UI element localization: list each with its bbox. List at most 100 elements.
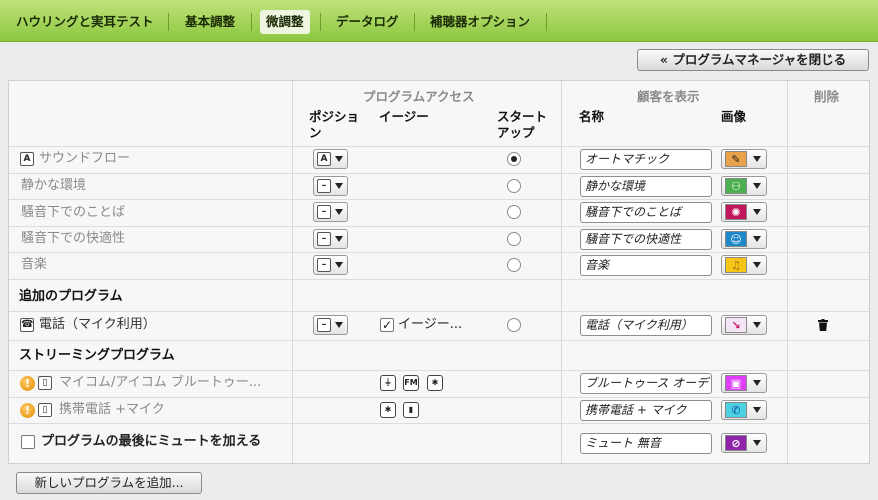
comfort-in-noise-icon: ☺ [725,231,747,247]
phone-icon: ↘ [725,317,747,333]
startup-radio[interactable] [507,152,521,166]
program-name: マイコム/アイコム ブルートゥー... [59,375,262,390]
warning-icon: ! [20,376,35,391]
device-icon: ▯ [38,376,52,390]
display-name-input[interactable]: 騒音下でのことば [580,202,712,223]
top-navigation-bar: ハウリングと実耳テスト 基本調整 微調整 データログ 補聴器オプション [0,0,878,42]
column-divider [787,81,788,463]
image-dropdown[interactable]: ⚇ [721,176,767,196]
program-name: サウンドフロー [39,151,131,166]
add-new-program-button[interactable]: 新しいプログラムを追加... [16,472,202,494]
tab-separator [414,13,415,31]
trash-icon[interactable] [818,319,828,331]
tab-feedback-and-real-ear-test[interactable]: ハウリングと実耳テスト [10,10,160,34]
tab-separator [546,13,547,31]
chevron-down-icon [753,440,761,446]
chevron-down-icon [753,236,761,242]
music-icon: ♫ [725,257,747,273]
position-dropdown[interactable]: – [313,176,348,196]
additional-programs-section-title: 追加のプログラム [19,289,123,304]
image-dropdown[interactable]: ⊘ [721,433,767,453]
position-dropdown[interactable]: A [313,149,348,169]
display-name-input[interactable]: 電話（マイク利用） [580,315,712,336]
position-dropdown[interactable]: – [313,202,348,222]
startup-column-header: スタートアップ [497,109,548,140]
easy-checkbox[interactable]: ✓ [380,318,394,332]
image-dropdown[interactable]: ♫ [721,255,767,275]
speech-in-noise-icon: ✺ [725,204,747,220]
chevron-down-icon [753,183,761,189]
fm-icon: FM [403,375,419,391]
program-name: 騒音下での快適性 [21,231,126,246]
name-column-header: 名称 [579,109,605,124]
row-divider [9,340,869,341]
bluetooth-icon: ✱ [427,375,443,391]
quiet-environment-icon: ⚇ [725,178,747,194]
automatic-program-badge: A [20,152,34,166]
display-name-input[interactable]: 音楽 [580,255,712,276]
row-divider [9,423,869,424]
row-divider [9,173,869,174]
position-dropdown[interactable]: – [313,315,348,335]
tab-hearing-aid-options[interactable]: 補聴器オプション [424,10,536,34]
row-divider [9,252,869,253]
display-name-input[interactable]: ミュート 無音 [580,433,712,454]
tab-datalog[interactable]: データログ [330,10,405,34]
display-name-input[interactable]: オートマチック [580,149,712,170]
close-program-manager-button[interactable]: « プログラムマネージャを閉じる [637,49,869,71]
chevron-down-icon [753,262,761,268]
startup-radio[interactable] [507,232,521,246]
chevron-down-icon [335,209,343,215]
display-name-input[interactable]: 静かな環境 [580,176,712,197]
chevron-down-icon [335,322,343,328]
tab-separator [320,13,321,31]
program-name: 騒音下でのことば [21,205,126,220]
add-mute-label: プログラムの最後にミュートを加える [41,434,262,449]
position-dropdown[interactable]: – [313,229,348,249]
tab-separator [168,13,169,31]
image-dropdown[interactable]: ↘ [721,315,767,335]
display-name-input[interactable]: ブルートゥース オーデ [580,373,712,394]
image-dropdown[interactable]: ✆ [721,400,767,420]
position-column-header: ポジション [309,109,360,140]
delete-header: 削除 [814,89,840,104]
tab-fine-tuning[interactable]: 微調整 [260,10,310,34]
column-divider [561,81,562,463]
chevron-down-icon [335,183,343,189]
phone-icon: ☎ [20,318,34,332]
mute-icon: ⊘ [725,435,747,451]
column-divider [292,81,293,463]
bluetooth-device-icon: ▣ [725,375,747,391]
streaming-programs-section-title: ストリーミングプログラム [19,348,175,363]
row-divider [9,279,869,280]
tab-basic-adjustment[interactable]: 基本調整 [179,10,241,34]
startup-radio[interactable] [507,205,521,219]
image-column-header: 画像 [721,109,747,124]
program-name: 音楽 [21,257,48,272]
image-dropdown[interactable]: ☺ [721,229,767,249]
chevron-down-icon [753,156,761,162]
chevron-down-icon [753,380,761,386]
mobile-phone-icon: ✆ [725,402,747,418]
startup-radio[interactable] [507,179,521,193]
program-name: 携帯電話 +マイク [59,402,165,417]
display-name-input[interactable]: 騒音下での快適性 [580,229,712,250]
tab-separator [251,13,252,31]
image-dropdown[interactable]: ✺ [721,202,767,222]
add-mute-checkbox[interactable] [21,435,35,449]
plug-icon: ⏚ [380,375,396,391]
bluetooth-icon: ✱ [380,402,396,418]
image-dropdown[interactable]: ✎ [721,149,767,169]
program-name: 静かな環境 [21,178,87,193]
startup-radio[interactable] [507,318,521,332]
display-name-input[interactable]: 携帯電話 + マイク [580,400,712,421]
image-dropdown[interactable]: ▣ [721,373,767,393]
warning-icon: ! [20,403,35,418]
customer-display-header: 顧客を表示 [637,89,700,104]
sound-flow-icon: ✎ [725,151,747,167]
position-dropdown[interactable]: – [313,255,348,275]
chevron-down-icon [753,209,761,215]
easy-label: イージー... [398,317,463,332]
chevron-down-icon [335,156,343,162]
startup-radio[interactable] [507,258,521,272]
